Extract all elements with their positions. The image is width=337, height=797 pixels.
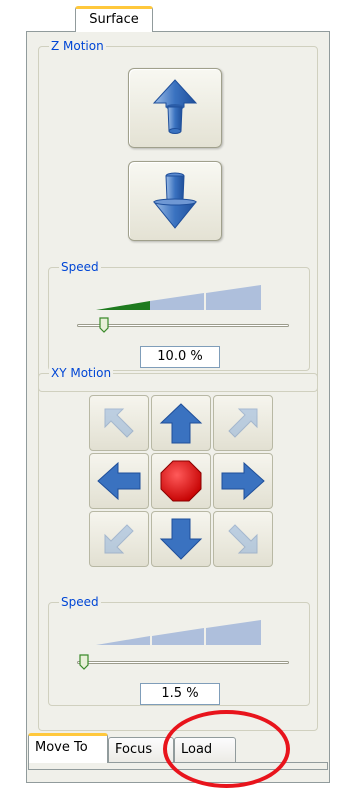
move-upleft-button[interactable] bbox=[89, 395, 149, 451]
xy-speed-title: Speed bbox=[59, 595, 101, 609]
z-speed-value: 10.0 % bbox=[140, 346, 220, 368]
tab-surface[interactable]: Surface bbox=[75, 6, 153, 32]
xy-speed-track[interactable] bbox=[77, 661, 289, 664]
tab-strip bbox=[28, 762, 328, 770]
move-downleft-button[interactable] bbox=[89, 511, 149, 567]
move-up-button[interactable] bbox=[151, 395, 211, 451]
arrow-downleft-icon bbox=[104, 524, 134, 554]
z-motion-title: Z Motion bbox=[49, 39, 106, 53]
move-upright-button[interactable] bbox=[213, 395, 273, 451]
z-speed-ramp bbox=[96, 285, 261, 310]
tab-focus[interactable]: Focus bbox=[108, 737, 174, 763]
z-speed-thumb[interactable] bbox=[99, 317, 109, 333]
control-panel: Z Motion Speed 10.0 % XY Motion Speed 1.… bbox=[26, 31, 330, 783]
move-down-button[interactable] bbox=[151, 511, 211, 567]
move-left-button[interactable] bbox=[89, 453, 149, 509]
stop-button[interactable] bbox=[151, 453, 211, 509]
tab-focus-label: Focus bbox=[115, 742, 153, 757]
stop-icon bbox=[160, 460, 202, 502]
arrow-upright-icon bbox=[228, 408, 258, 438]
arrow-left-icon bbox=[97, 461, 141, 501]
move-downright-button[interactable] bbox=[213, 511, 273, 567]
arrow-up-icon bbox=[159, 403, 203, 444]
arrow-up-icon bbox=[152, 79, 198, 134]
tab-move-to[interactable]: Move To bbox=[28, 733, 108, 763]
arrow-downright-icon bbox=[228, 524, 258, 554]
xy-motion-title: XY Motion bbox=[49, 366, 114, 380]
move-right-button[interactable] bbox=[213, 453, 273, 509]
z-motion-group: Z Motion Speed 10.0 % bbox=[38, 39, 318, 392]
arrow-down-icon bbox=[152, 172, 198, 229]
xy-speed-value: 1.5 % bbox=[140, 683, 220, 705]
xy-speed-thumb[interactable] bbox=[79, 654, 89, 670]
arrow-right-icon bbox=[221, 461, 265, 501]
arrow-down-icon bbox=[159, 518, 203, 560]
arrow-upleft-icon bbox=[104, 408, 134, 438]
tab-surface-label: Surface bbox=[89, 12, 139, 27]
xy-speed-ramp bbox=[96, 620, 261, 645]
tab-load[interactable]: Load bbox=[174, 737, 236, 763]
tab-move-to-label: Move To bbox=[35, 740, 88, 755]
z-down-button[interactable] bbox=[128, 161, 222, 241]
xy-motion-group: XY Motion Speed 1.5 % bbox=[38, 366, 318, 731]
tab-load-label: Load bbox=[181, 742, 213, 757]
z-speed-title: Speed bbox=[59, 260, 101, 274]
z-speed-group: Speed 10.0 % bbox=[48, 260, 310, 371]
z-up-button[interactable] bbox=[128, 68, 222, 148]
xy-speed-group: Speed 1.5 % bbox=[48, 595, 310, 706]
